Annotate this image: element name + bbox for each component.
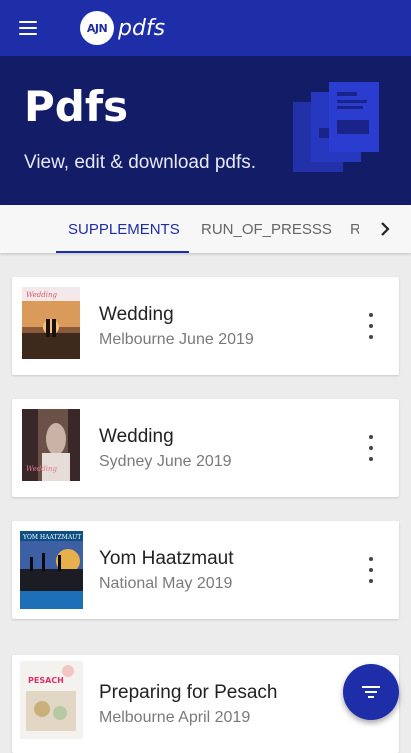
tab-run-of-press[interactable]: RUN_OF_PRESSS xyxy=(201,205,332,253)
app-logo[interactable]: AJN pdfs xyxy=(80,11,165,45)
pdf-cover-thumbnail: Wedding xyxy=(22,409,80,481)
hero-banner: Pdfs View, edit & download pdfs. xyxy=(0,56,411,205)
app-bar: AJN pdfs xyxy=(0,0,411,56)
pdf-title: Wedding xyxy=(99,304,174,325)
pdf-list-item[interactable]: PESACH Preparing for Pesach Melbourne Ap… xyxy=(12,655,399,753)
pdf-subtitle: National May 2019 xyxy=(99,575,233,592)
pdf-list-item[interactable]: YOM HAATZMAUT Yom Haatzmaut National May… xyxy=(12,521,399,619)
pdf-subtitle: Melbourne April 2019 xyxy=(99,709,251,726)
pdf-list-item[interactable]: Wedding Wedding Sydney June 2019 xyxy=(12,399,399,497)
documents-illustration-icon xyxy=(293,82,379,172)
pdf-cover-thumbnail: YOM HAATZMAUT xyxy=(20,531,83,609)
svg-text:PESACH: PESACH xyxy=(28,676,64,685)
pdf-subtitle: Sydney June 2019 xyxy=(99,453,232,470)
page-subtitle: View, edit & download pdfs. xyxy=(24,152,257,173)
more-vertical-icon[interactable] xyxy=(361,313,381,339)
svg-text:Wedding: Wedding xyxy=(26,291,57,299)
page-title: Pdfs xyxy=(24,82,129,131)
active-tab-indicator xyxy=(56,251,189,253)
tab-supplements[interactable]: SUPPLEMENTS xyxy=(68,205,180,253)
filter-button[interactable] xyxy=(343,664,399,720)
chevron-right-icon xyxy=(381,222,390,236)
tabs-scroll-right-button[interactable] xyxy=(359,205,411,253)
logo-badge: AJN xyxy=(80,11,114,45)
svg-text:YOM HAATZMAUT: YOM HAATZMAUT xyxy=(22,534,81,541)
more-vertical-icon[interactable] xyxy=(361,435,381,461)
pdf-subtitle: Melbourne June 2019 xyxy=(99,331,254,348)
pdf-title: Yom Haatzmaut xyxy=(99,548,234,569)
pdf-cover-thumbnail: PESACH xyxy=(20,661,83,739)
category-tabs: SUPPLEMENTS RUN_OF_PRESSS R xyxy=(0,205,411,253)
pdf-cover-thumbnail: Wedding xyxy=(22,287,80,359)
pdf-list-item[interactable]: Wedding Wedding Melbourne June 2019 xyxy=(12,277,399,375)
more-vertical-icon[interactable] xyxy=(361,557,381,583)
pdf-title: Wedding xyxy=(99,426,174,447)
pdf-title: Preparing for Pesach xyxy=(99,682,278,703)
menu-button[interactable] xyxy=(0,0,56,56)
filter-icon xyxy=(362,686,380,698)
logo-text: pdfs xyxy=(118,15,166,41)
svg-text:Wedding: Wedding xyxy=(26,465,57,473)
hamburger-menu-icon xyxy=(19,21,37,35)
